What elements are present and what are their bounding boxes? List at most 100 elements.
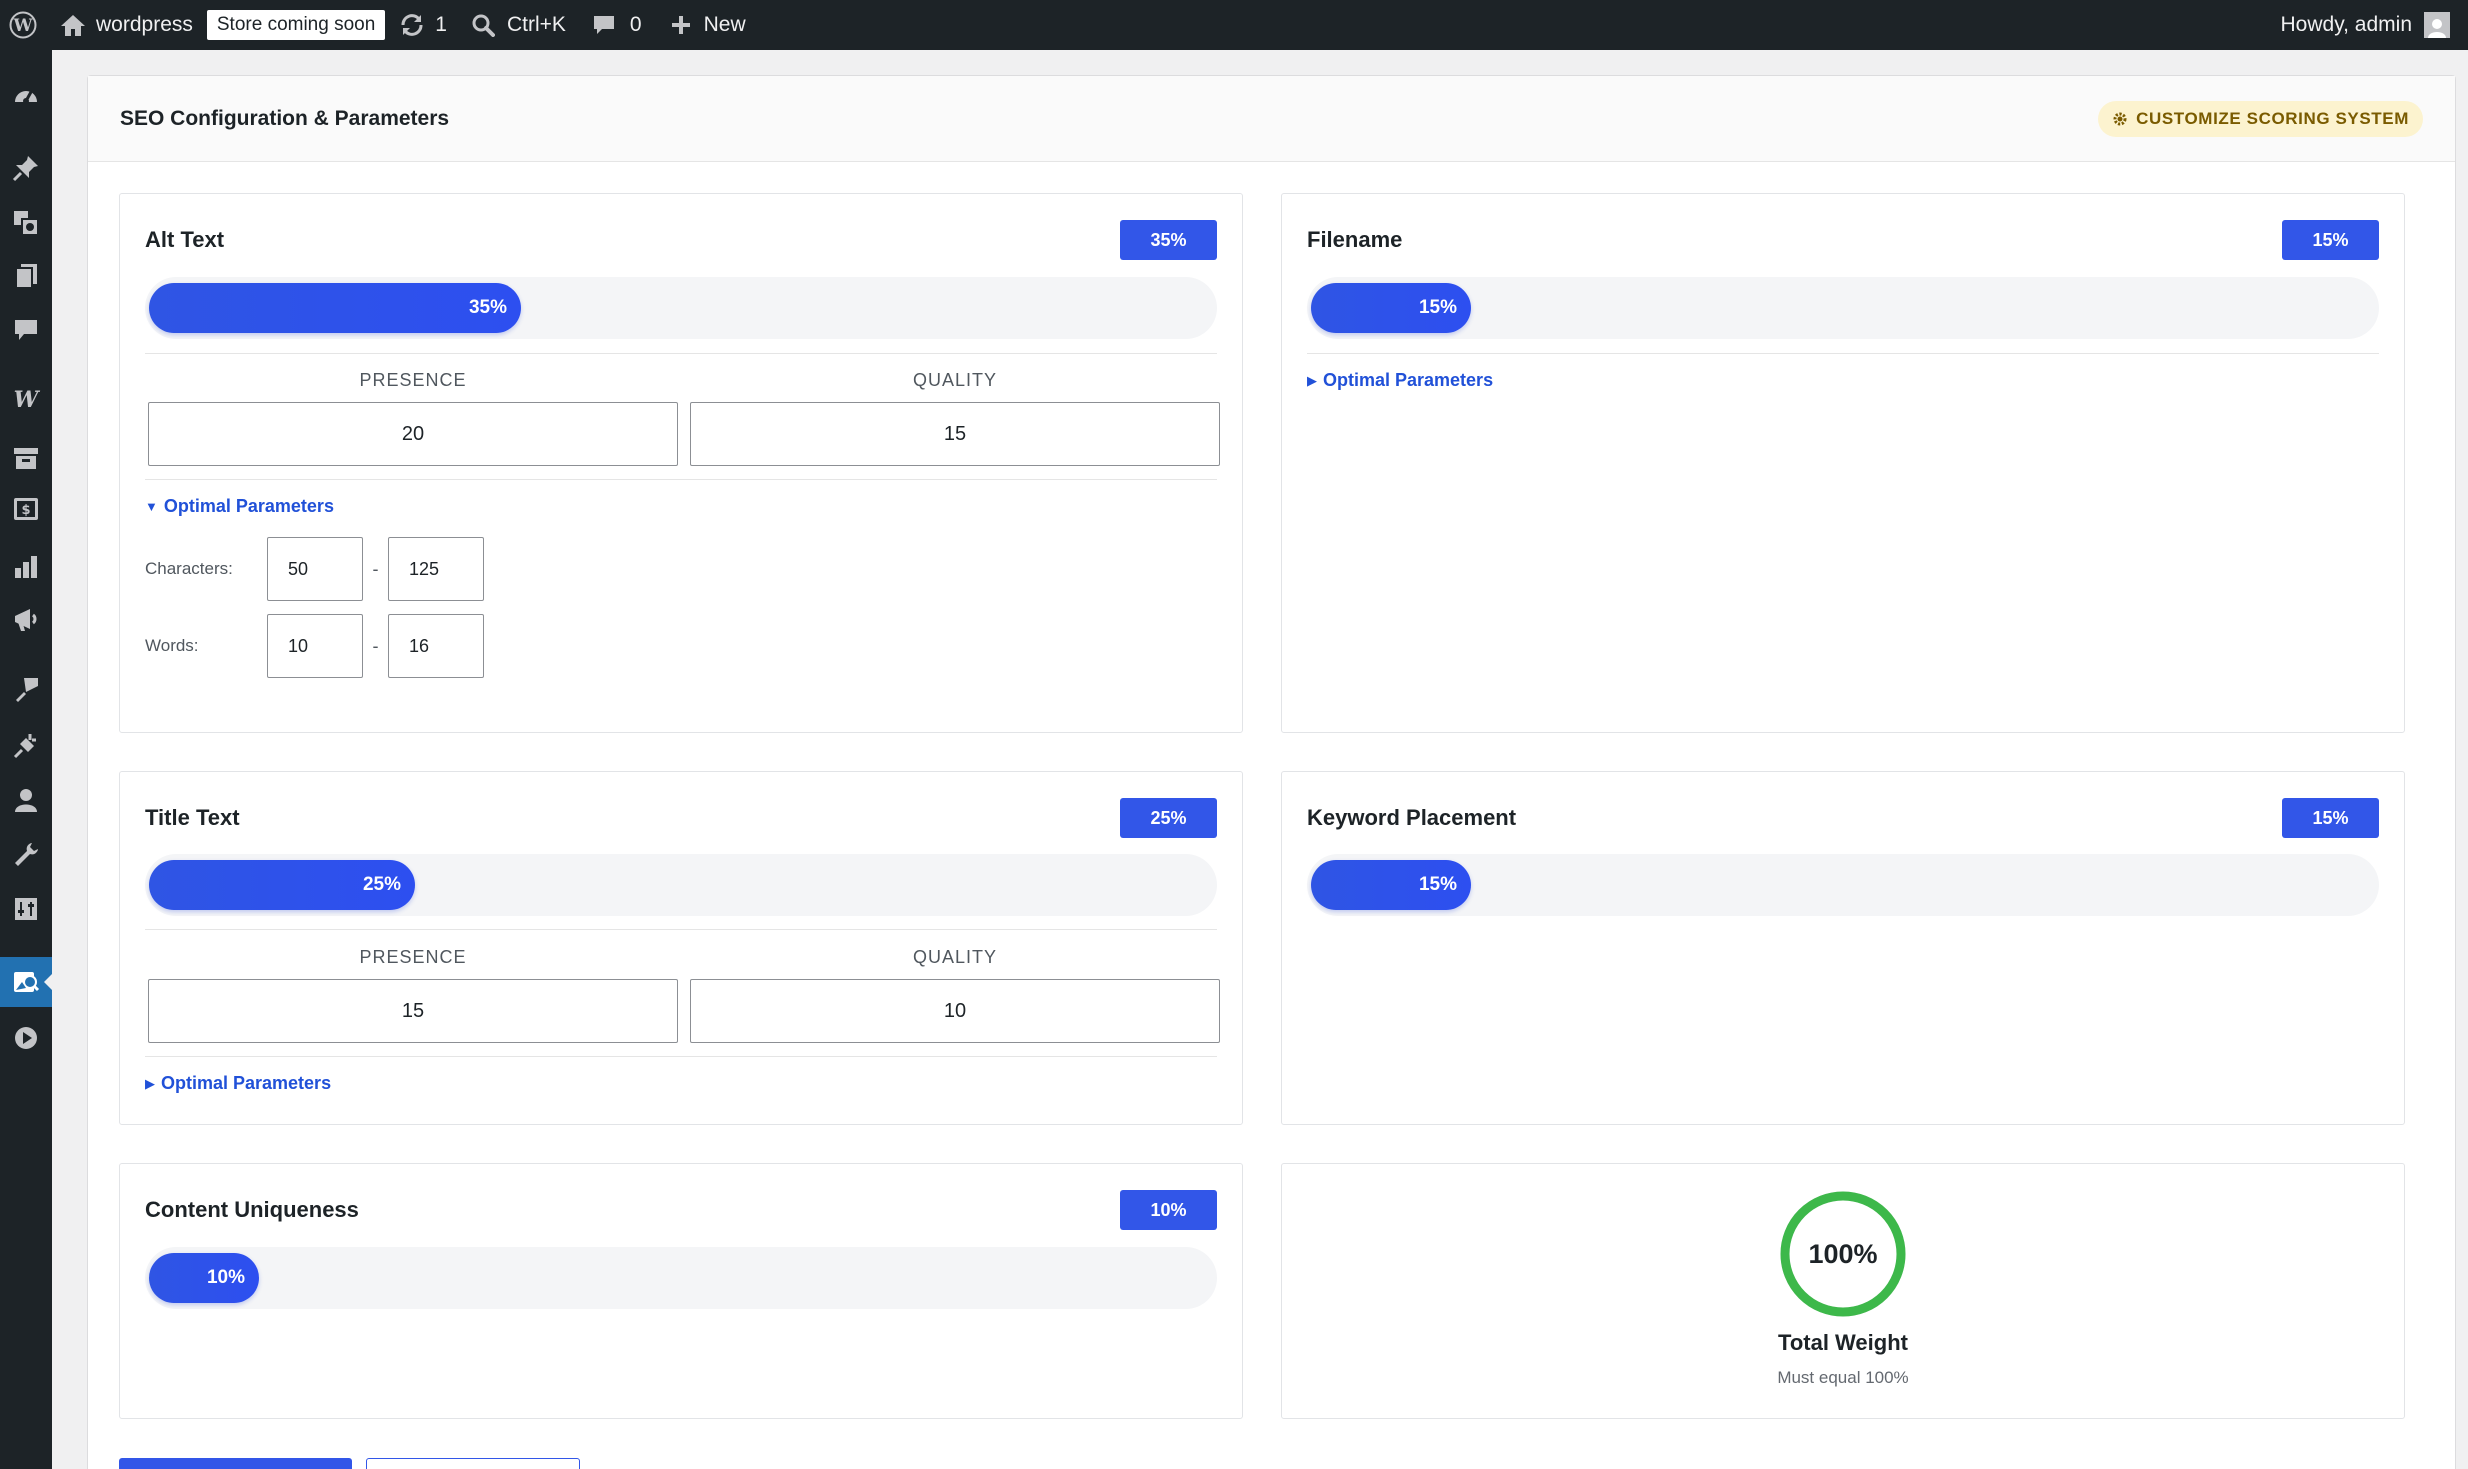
tools-icon[interactable] — [0, 830, 52, 880]
svg-text:W: W — [14, 389, 41, 411]
weight-slider-track[interactable]: 15% — [1307, 854, 2379, 916]
range-dash: - — [372, 635, 379, 656]
marketing-icon[interactable] — [0, 595, 52, 645]
weight-slider-fill[interactable]: 35% — [149, 283, 521, 333]
weight-slider-label: 25% — [362, 874, 401, 895]
total-weight-value: 100% — [1808, 1238, 1878, 1269]
gear-icon — [2112, 111, 2128, 127]
card-title: Alt Text — [145, 227, 225, 252]
total-weight-card: 100% Total Weight Must equal 100% — [1281, 1163, 2405, 1419]
total-weight-subtitle: Must equal 100% — [1777, 1368, 1909, 1387]
plus-icon — [670, 14, 692, 36]
weight-slider-label: 35% — [468, 297, 507, 318]
optimal-parameters-label: Optimal Parameters — [161, 1073, 332, 1093]
analytics-icon[interactable] — [0, 542, 52, 592]
weight-slider-fill[interactable]: 10% — [149, 1253, 259, 1303]
divider — [145, 353, 1217, 354]
comments-count: 0 — [629, 13, 642, 36]
weight-slider-label: 10% — [206, 1267, 245, 1288]
characters-max-input[interactable]: 125 — [388, 537, 484, 601]
filename-card: Filename 15% 15% ▶ Optimal Parameters — [1281, 193, 2405, 733]
comments-link[interactable]: 0 — [592, 0, 642, 50]
words-max-input[interactable]: 16 — [388, 614, 484, 678]
settings-icon[interactable] — [0, 884, 52, 934]
weight-slider-track[interactable]: 10% — [145, 1247, 1217, 1309]
site-name-link[interactable]: wordpress — [60, 0, 193, 50]
store-status-badge[interactable]: Store coming soon — [193, 0, 386, 50]
presence-input[interactable]: 15 — [148, 979, 678, 1043]
optimal-parameters-toggle[interactable]: ▼ Optimal Parameters — [145, 496, 334, 517]
pages-icon[interactable] — [0, 251, 52, 301]
caret-down-icon: ▼ — [145, 499, 158, 514]
new-content-link[interactable]: New — [670, 0, 746, 50]
comment-bubble-icon — [592, 13, 616, 37]
words-row: Words: 10 - 16 — [145, 614, 484, 678]
card-title: Keyword Placement — [1307, 805, 1517, 830]
svg-text:$: $ — [21, 503, 30, 518]
dashboard-icon[interactable] — [0, 71, 52, 121]
site-name-label: wordpress — [96, 13, 193, 36]
products-icon[interactable] — [0, 433, 52, 483]
presence-label: PRESENCE — [359, 370, 467, 390]
optimal-parameters-label: Optimal Parameters — [1323, 370, 1494, 390]
wordpress-logo-icon[interactable]: W — [0, 0, 46, 50]
weight-slider-track[interactable]: 25% — [145, 854, 1217, 916]
card-title: Filename — [1307, 227, 1403, 252]
characters-row: Characters: 50 - 125 — [145, 537, 484, 601]
media-icon[interactable] — [0, 198, 52, 248]
characters-min-input[interactable]: 50 — [267, 537, 363, 601]
pin-icon[interactable] — [0, 143, 52, 193]
keyword-placement-card: Keyword Placement 15% 15% — [1281, 771, 2405, 1125]
divider — [145, 929, 1217, 930]
characters-label: Characters: — [145, 559, 233, 578]
divider — [1307, 353, 2379, 354]
presence-label: PRESENCE — [359, 947, 467, 967]
refresh-icon — [399, 13, 425, 37]
presence-input[interactable]: 20 — [148, 402, 678, 466]
optimal-parameters-toggle[interactable]: ▶ Optimal Parameters — [145, 1073, 331, 1094]
comments-icon[interactable] — [0, 305, 52, 355]
weight-badge: 35% — [1120, 220, 1217, 260]
updates-count: 1 — [435, 13, 447, 36]
customize-scoring-button[interactable]: CUSTOMIZE SCORING SYSTEM — [2098, 100, 2423, 137]
optimal-parameters-toggle[interactable]: ▶ Optimal Parameters — [1307, 370, 1493, 391]
weight-slider-track[interactable]: 15% — [1307, 277, 2379, 339]
admin-sidebar: W $ — [0, 50, 52, 1469]
save-button[interactable] — [119, 1458, 352, 1469]
weight-slider-label: 15% — [1418, 297, 1457, 318]
updates-link[interactable]: 1 — [399, 0, 447, 50]
plugins-icon[interactable] — [0, 721, 52, 771]
divider — [145, 1056, 1217, 1057]
command-search[interactable]: Ctrl+K — [471, 0, 566, 50]
appearance-icon[interactable] — [0, 665, 52, 715]
weight-badge: 25% — [1120, 798, 1217, 838]
new-label: New — [703, 13, 746, 36]
words-min-input[interactable]: 10 — [267, 614, 363, 678]
avatar — [2424, 12, 2450, 38]
weight-slider-fill[interactable]: 15% — [1311, 283, 1471, 333]
home-icon — [60, 13, 86, 37]
payments-icon[interactable]: $ — [0, 484, 52, 534]
woocommerce-icon[interactable]: W — [0, 375, 52, 425]
quality-input[interactable]: 10 — [690, 979, 1220, 1043]
weight-slider-fill[interactable]: 25% — [149, 860, 415, 910]
media-play-icon[interactable] — [0, 1013, 52, 1063]
quality-input[interactable]: 15 — [690, 402, 1220, 466]
quality-label: QUALITY — [912, 370, 998, 390]
reset-button[interactable] — [366, 1458, 580, 1469]
title-text-card: Title Text 25% 25% PRESENCE QUALITY 15 1… — [119, 771, 1243, 1125]
weight-slider-track[interactable]: 35% — [145, 277, 1217, 339]
account-menu[interactable]: Howdy, admin — [2281, 0, 2450, 50]
content-uniqueness-card: Content Uniqueness 10% 10% — [119, 1163, 1243, 1419]
svg-text:W: W — [12, 16, 33, 36]
divider — [145, 479, 1217, 480]
image-seo-icon[interactable] — [0, 957, 52, 1007]
weight-badge: 15% — [2282, 220, 2379, 260]
caret-right-icon: ▶ — [1307, 372, 1317, 388]
weight-badge: 10% — [1120, 1190, 1217, 1230]
users-icon[interactable] — [0, 775, 52, 825]
admin-bar: W wordpress Store coming soon 1 Ctrl+K 0… — [0, 0, 2468, 50]
weight-slider-fill[interactable]: 15% — [1311, 860, 1471, 910]
card-title: Content Uniqueness — [145, 1197, 359, 1222]
weight-badge: 15% — [2282, 798, 2379, 838]
